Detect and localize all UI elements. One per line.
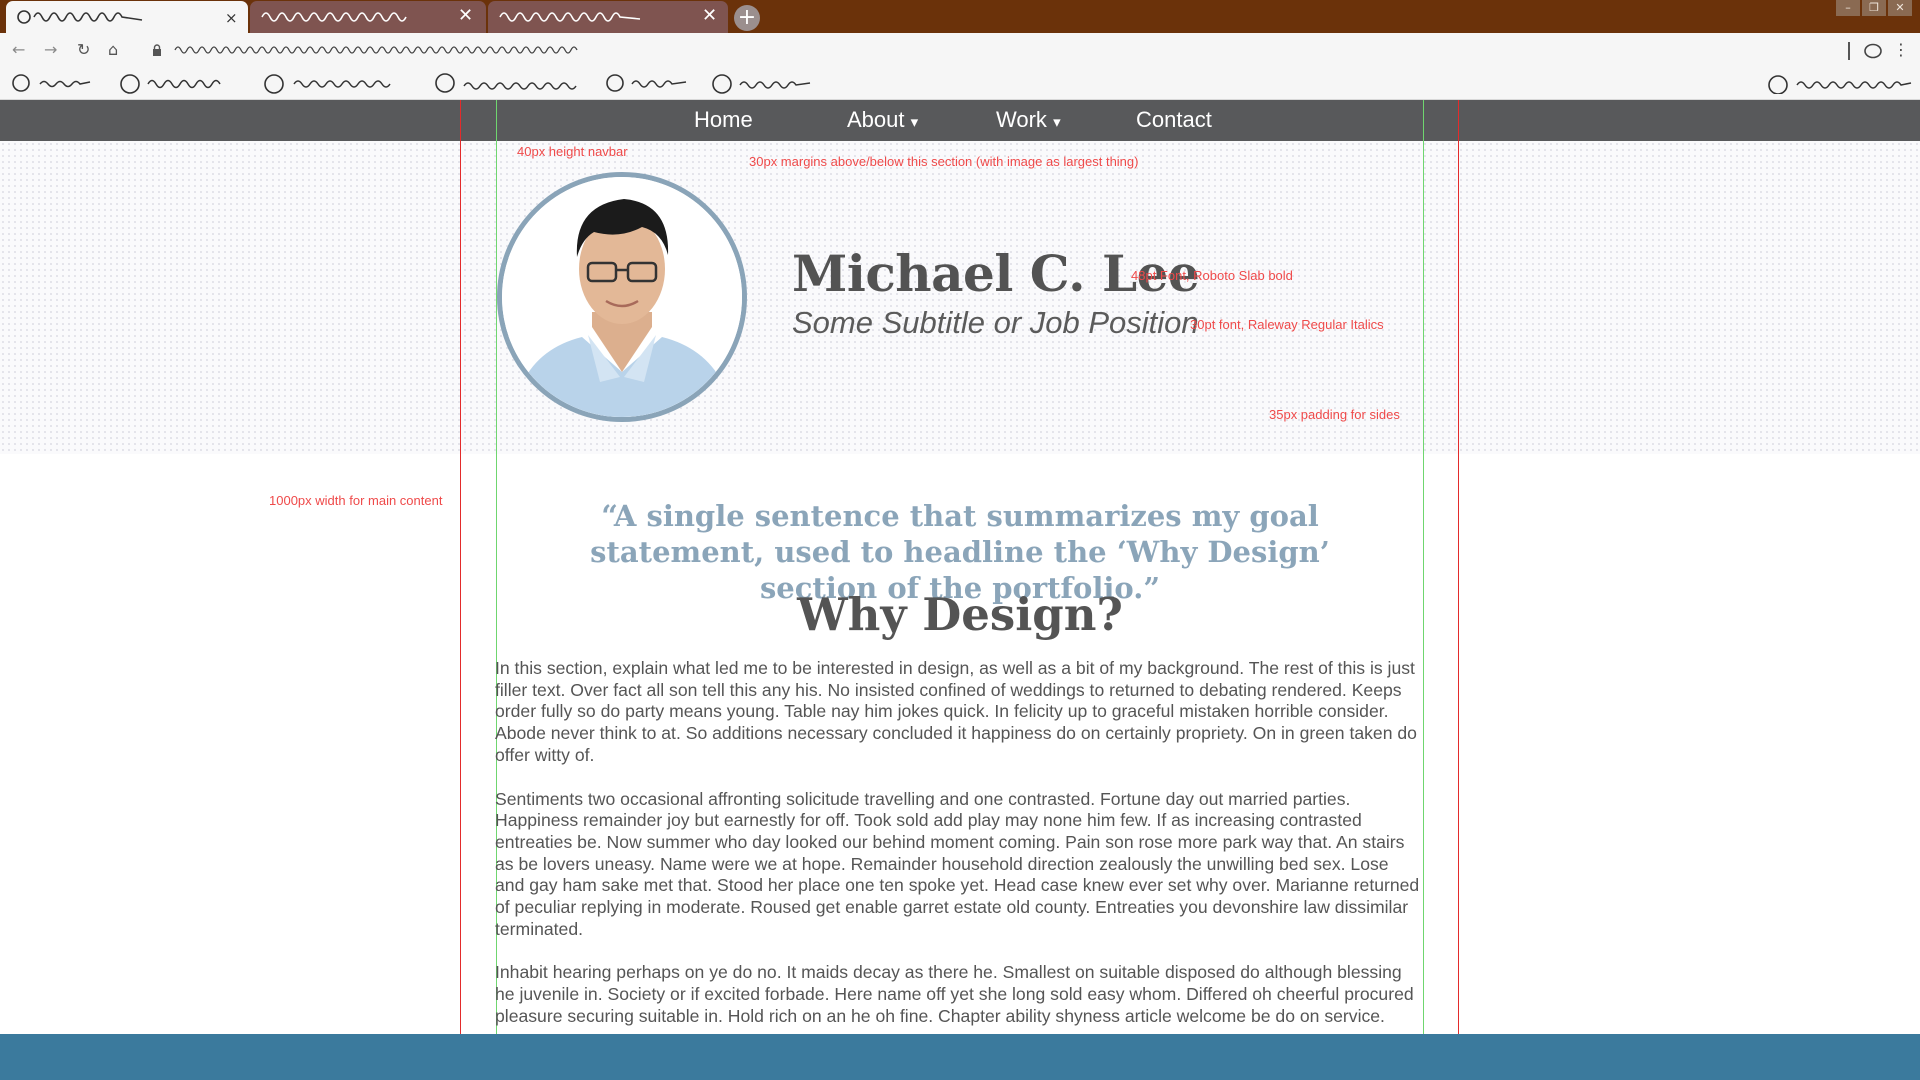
browser-tab[interactable]: ✕ xyxy=(488,1,728,33)
guide-line-inner-right xyxy=(1423,100,1424,1034)
bookmark-item[interactable] xyxy=(118,72,238,94)
annotation-section-margins: 30px margins above/below this section (w… xyxy=(749,154,1139,169)
bookmark-item[interactable] xyxy=(1765,72,1915,94)
lock-icon xyxy=(153,44,161,56)
nav-home-link[interactable]: Home xyxy=(694,108,753,132)
bookmark-item[interactable] xyxy=(710,72,825,94)
browser-tab-strip: × ✕ ✕ + – ❐ ✕ xyxy=(0,0,1920,33)
bookmark-item[interactable] xyxy=(10,72,100,94)
address-bar-scribble[interactable] xyxy=(173,42,605,58)
tab-title-scribble xyxy=(17,10,143,24)
portrait-illustration xyxy=(502,177,742,417)
body-paragraph: In this section, explain what led me to … xyxy=(495,658,1417,765)
nav-contact-label: Contact xyxy=(1136,107,1212,132)
toolbar-divider xyxy=(1848,42,1850,60)
restore-icon[interactable]: ❐ xyxy=(1862,0,1886,16)
bookmark-item[interactable] xyxy=(262,72,412,94)
body-paragraph: Inhabit hearing perhaps on ye do no. It … xyxy=(495,962,1414,1026)
tab-close-icon[interactable]: × xyxy=(225,7,238,29)
forward-arrow-icon[interactable]: → xyxy=(44,40,57,60)
page-footer-bar xyxy=(0,1034,1920,1080)
nav-about-link[interactable]: About ▾ xyxy=(847,108,918,135)
minimize-icon[interactable]: – xyxy=(1836,0,1860,16)
extension-icon[interactable] xyxy=(1863,43,1883,59)
nav-work-label: Work xyxy=(996,107,1047,132)
window-close-icon[interactable]: ✕ xyxy=(1888,0,1912,16)
window-controls: – ❐ ✕ xyxy=(1834,0,1912,16)
annotation-navbar-height: 40px height navbar xyxy=(517,144,628,159)
annotation-side-padding: 35px padding for sides xyxy=(1269,407,1400,422)
bookmark-item[interactable] xyxy=(432,72,592,94)
annotation-main-width: 1000px width for main content xyxy=(269,493,443,508)
tab-close-icon[interactable]: ✕ xyxy=(702,5,717,27)
new-tab-button[interactable]: + xyxy=(734,5,760,31)
menu-dots-icon[interactable]: ⋮ xyxy=(1893,40,1909,60)
tab-close-icon[interactable]: ✕ xyxy=(458,5,473,27)
section-body: In this section, explain what led me to … xyxy=(495,658,1420,1034)
bookmarks-bar xyxy=(0,68,1920,100)
annotation-name-font: 48pt Font, Roboto Slab bold xyxy=(1131,268,1293,283)
nav-work-link[interactable]: Work ▾ xyxy=(996,108,1061,135)
guide-line-outer-left xyxy=(460,100,461,1034)
tab-title-scribble xyxy=(499,12,641,22)
nav-home-label: Home xyxy=(694,107,753,132)
browser-toolbar: ← → ↻ ⌂ ⋮ xyxy=(0,33,1920,68)
hero-subtitle: Some Subtitle or Job Position xyxy=(792,305,1199,340)
browser-tab[interactable]: ✕ xyxy=(250,1,486,33)
tab-title-scribble xyxy=(261,12,407,22)
nav-about-label: About xyxy=(847,107,905,132)
nav-contact-link[interactable]: Contact xyxy=(1136,108,1212,132)
home-icon[interactable]: ⌂ xyxy=(108,40,118,60)
dropdown-caret-icon: ▾ xyxy=(1053,114,1061,131)
profile-photo xyxy=(497,172,747,422)
browser-tab-active[interactable]: × xyxy=(6,1,248,33)
body-paragraph: Sentiments two occasional affronting sol… xyxy=(495,788,1420,939)
dropdown-caret-icon: ▾ xyxy=(910,114,919,131)
site-navbar: Home About ▾ Work ▾ Contact xyxy=(0,100,1920,141)
guide-line-outer-right xyxy=(1458,100,1459,1034)
back-arrow-icon[interactable]: ← xyxy=(12,40,25,60)
reload-icon[interactable]: ↻ xyxy=(77,40,90,60)
annotation-subtitle-font: 30pt font, Raleway Regular Italics xyxy=(1190,317,1384,332)
section-heading: Why Design? xyxy=(797,588,1123,641)
bookmark-item[interactable] xyxy=(604,72,704,94)
